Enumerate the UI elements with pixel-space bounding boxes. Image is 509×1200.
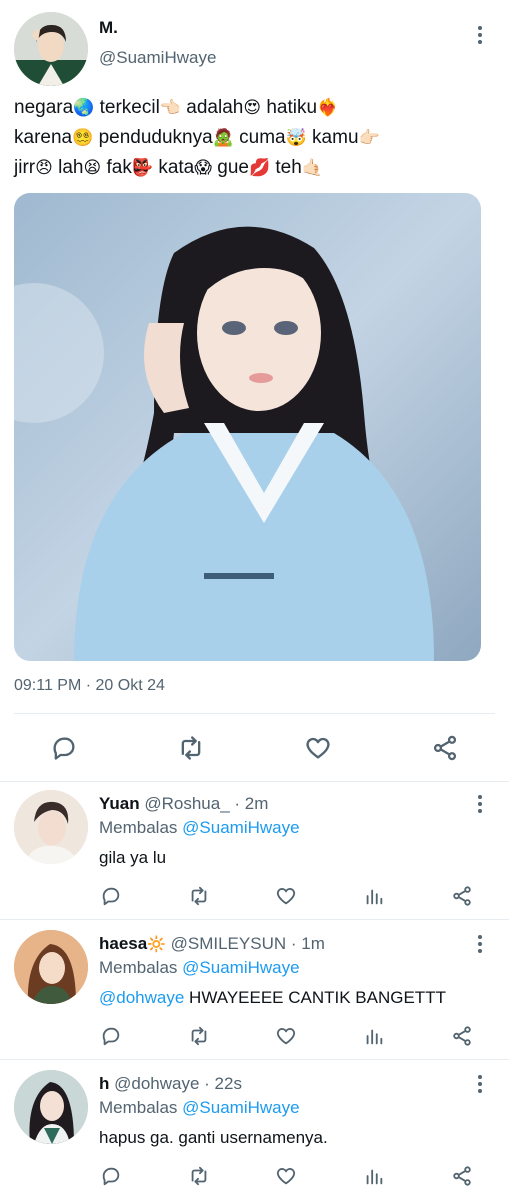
- retweet-icon[interactable]: [186, 1023, 212, 1049]
- tweet-word: negara: [14, 97, 74, 118]
- retweet-icon[interactable]: [186, 1163, 212, 1189]
- tweet-text-line: karena😵‍💫 penduduknya🧟 cuma🤯 kamu👉🏻: [14, 123, 494, 153]
- avatar[interactable]: [14, 1070, 88, 1144]
- divider: [0, 781, 509, 782]
- tweet-word: gue: [217, 157, 249, 178]
- sun-icon: 🔆: [147, 935, 166, 953]
- reply-icon[interactable]: [48, 732, 80, 764]
- emoji-icon: 😱: [194, 158, 212, 178]
- reply-time: · 1m: [290, 934, 325, 953]
- reply-time: · 2m: [234, 794, 269, 813]
- tweet-text-line: jirr😠 lah😫 fak👺 kata😱 gue💋 teh🤙🏻: [14, 153, 494, 183]
- tweet-word: kamu: [312, 127, 359, 148]
- reply-header: h @dohwaye · 22s: [99, 1074, 242, 1094]
- tweet-image[interactable]: [14, 193, 481, 661]
- tweet-word: teh: [275, 157, 302, 178]
- tweet-word: karena: [14, 127, 73, 148]
- text-mention[interactable]: @dohwaye: [99, 988, 184, 1007]
- tweet-word: adalah: [186, 97, 244, 118]
- emoji-icon: 😠: [35, 158, 53, 178]
- reply-icon[interactable]: [98, 1023, 124, 1049]
- reply-time: · 22s: [204, 1074, 242, 1093]
- divider: [14, 713, 495, 714]
- replying-to: Membalas @SuamiHwaye: [99, 818, 300, 838]
- replying-to: Membalas @SuamiHwaye: [99, 1098, 300, 1118]
- emoji-icon: 💋: [248, 158, 271, 178]
- emoji-icon: 😍: [243, 98, 262, 118]
- reply-text: @dohwaye HWAYEEEE CANTIK BANGETTT: [99, 988, 446, 1008]
- emoji-icon: ❤️‍🔥: [317, 98, 339, 118]
- more-icon[interactable]: [470, 1070, 490, 1098]
- emoji-icon: 🤙🏻: [301, 158, 323, 178]
- reply-text: hapus ga. ganti usernamenya.: [99, 1128, 328, 1147]
- tweet-text-line: negara🌏 terkecil👈🏻 adalah😍 hatiku❤️‍🔥: [14, 93, 494, 123]
- share-icon[interactable]: [449, 1023, 475, 1049]
- tweet-text: negara🌏 terkecil👈🏻 adalah😍 hatiku❤️‍🔥 kar…: [14, 93, 494, 183]
- avatar[interactable]: [14, 790, 88, 864]
- reply-icon[interactable]: [98, 883, 124, 909]
- analytics-icon[interactable]: [361, 883, 387, 909]
- emoji-icon: 👉🏻: [358, 128, 380, 148]
- analytics-icon[interactable]: [361, 1163, 387, 1189]
- replying-to: Membalas @SuamiHwaye: [99, 958, 300, 978]
- avatar[interactable]: [14, 12, 88, 86]
- replying-label: Membalas: [99, 818, 178, 837]
- emoji-icon: 🤯: [285, 128, 307, 148]
- share-icon[interactable]: [449, 1163, 475, 1189]
- emoji-icon: 🧟: [212, 128, 234, 148]
- replying-mention[interactable]: @SuamiHwaye: [182, 1098, 299, 1117]
- reply-header: Yuan @Roshua_ · 2m: [99, 794, 268, 814]
- reply-icon[interactable]: [98, 1163, 124, 1189]
- replying-mention[interactable]: @SuamiHwaye: [182, 958, 299, 977]
- like-icon[interactable]: [273, 1023, 299, 1049]
- share-icon[interactable]: [429, 732, 461, 764]
- more-icon[interactable]: [470, 930, 490, 958]
- author-name[interactable]: M.: [99, 18, 118, 38]
- divider: [0, 919, 509, 920]
- emoji-icon: 😫: [83, 158, 102, 178]
- tweet-word: kata: [158, 157, 195, 178]
- emoji-icon: 👈🏻: [159, 98, 181, 118]
- reply-author-handle[interactable]: @Roshua_: [144, 794, 229, 813]
- tweet-word: lah: [58, 157, 84, 178]
- reply-author-name[interactable]: h: [99, 1074, 109, 1093]
- tweet-word: terkecil: [99, 97, 160, 118]
- replying-label: Membalas: [99, 1098, 178, 1117]
- reply-author-handle[interactable]: @SMILEYSUN: [171, 934, 287, 953]
- avatar[interactable]: [14, 930, 88, 1004]
- replying-mention[interactable]: @SuamiHwaye: [182, 818, 299, 837]
- tweet-word: penduduknya: [98, 127, 213, 148]
- more-icon[interactable]: [470, 790, 490, 818]
- like-icon[interactable]: [273, 883, 299, 909]
- tweet-word: cuma: [239, 127, 286, 148]
- retweet-icon[interactable]: [186, 883, 212, 909]
- author-handle[interactable]: @SuamiHwaye: [99, 48, 216, 68]
- retweet-icon[interactable]: [175, 732, 207, 764]
- like-icon[interactable]: [302, 732, 334, 764]
- tweet-timestamp: 09:11 PM · 20 Okt 24: [14, 677, 165, 694]
- emoji-icon: 😵‍💫: [72, 128, 94, 148]
- analytics-icon[interactable]: [361, 1023, 387, 1049]
- replying-label: Membalas: [99, 958, 178, 977]
- reply-author-handle[interactable]: @dohwaye: [114, 1074, 199, 1093]
- emoji-icon: 👺: [131, 158, 154, 178]
- reply-text: gila ya lu: [99, 848, 167, 867]
- emoji-icon: 🌏: [73, 98, 95, 118]
- reply-author-name[interactable]: haesa: [99, 934, 147, 953]
- reply-author-name[interactable]: Yuan: [99, 794, 140, 813]
- tweet-word: jirr: [14, 157, 36, 178]
- share-icon[interactable]: [449, 883, 475, 909]
- like-icon[interactable]: [273, 1163, 299, 1189]
- reply-header: haesa🔆 @SMILEYSUN · 1m: [99, 934, 325, 954]
- tweet-word: hatiku: [266, 97, 318, 118]
- tweet-word: fak: [106, 157, 132, 178]
- more-icon[interactable]: [470, 21, 490, 49]
- reply-text-body: HWAYEEEE CANTIK BANGETTT: [189, 988, 446, 1007]
- divider: [0, 1059, 509, 1060]
